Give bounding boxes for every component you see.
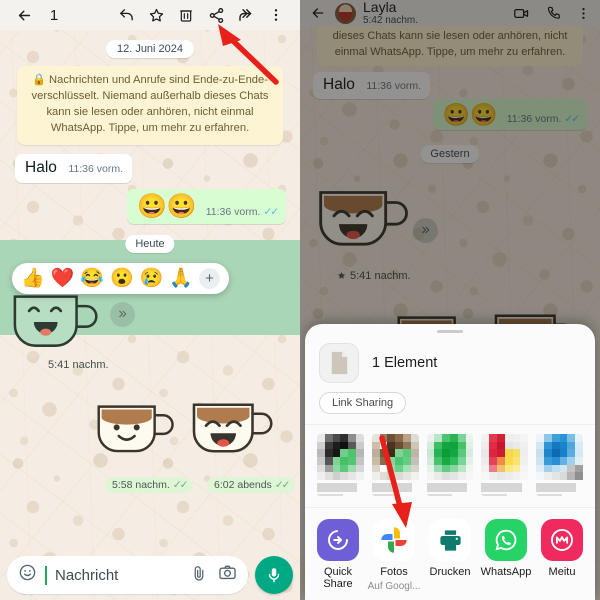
recent-contacts-strip	[305, 424, 595, 507]
read-receipt-ticks: ✓✓	[263, 206, 279, 218]
day-divider-chip: Heute	[125, 235, 175, 253]
share-app-quick-share[interactable]: Quick Share	[310, 519, 366, 592]
left-chat-panel: 1 12. Juni 2024 🔒 Nachrichten und Anrufe…	[0, 0, 300, 600]
share-item-count: 1 Element	[372, 355, 438, 371]
blurred-label	[371, 494, 398, 496]
blurred-avatar	[317, 434, 364, 480]
blurred-label	[481, 483, 522, 492]
forward-indicator-icon[interactable]	[110, 302, 135, 327]
message-bubble-incoming[interactable]: Halo 11:36 vorm.	[15, 154, 133, 183]
left-chat-body: 12. Juni 2024 🔒 Nachrichten und Anrufe s…	[0, 30, 300, 570]
quick-share-icon	[317, 519, 359, 561]
message-input-bar: Nachricht	[0, 550, 300, 600]
selected-count: 1	[49, 6, 59, 24]
message-input-placeholder[interactable]: Nachricht	[55, 567, 182, 584]
star-outline-icon[interactable]	[141, 1, 171, 29]
share-nodes-icon[interactable]	[201, 1, 231, 29]
contact-thumb[interactable]	[317, 434, 364, 496]
reaction-joy-icon[interactable]: 😂	[80, 269, 104, 288]
reply-arrow-icon[interactable]	[111, 1, 141, 29]
blurred-label	[317, 494, 343, 496]
selected-sticker-time: 5:41 nachm.	[48, 359, 109, 371]
app-label: Fotos	[380, 566, 408, 578]
blurred-label	[536, 494, 562, 496]
contact-thumb[interactable]	[536, 434, 583, 496]
reaction-sad-icon[interactable]: 😢	[140, 269, 164, 288]
text-cursor	[45, 565, 47, 585]
blurred-avatar	[481, 434, 529, 480]
blurred-label	[426, 494, 453, 496]
sticker-time-chip: 6:02 abends ✓✓	[207, 477, 296, 493]
share-app-drucken[interactable]: Drucken	[422, 519, 478, 592]
right-share-panel: Layla 5:42 nachm. dieses Chats kann sie …	[300, 0, 600, 600]
camera-icon[interactable]	[218, 563, 237, 587]
forward-double-arrow-icon[interactable]	[231, 1, 261, 29]
selection-toolbar: 1	[0, 0, 300, 30]
share-sheet: 1 Element Link Sharing Quick Share Fotos…	[305, 324, 595, 600]
blurred-label	[426, 483, 467, 492]
back-icon[interactable]	[9, 1, 39, 29]
share-options-row: Link Sharing	[305, 383, 595, 424]
message-input-pill[interactable]: Nachricht	[7, 556, 248, 594]
date-chip: 12. Juni 2024	[105, 40, 195, 58]
time-text: 6:02 abends	[214, 479, 272, 491]
message-text: Halo	[25, 159, 57, 176]
sticker-time-chip: 5:58 nachm. ✓✓	[105, 477, 194, 493]
blurred-avatar	[536, 434, 583, 480]
screenshot-root: 1 12. Juni 2024 🔒 Nachrichten und Anrufe…	[0, 0, 600, 600]
app-label: Quick Share	[323, 566, 353, 590]
share-app-fotos[interactable]: Fotos Auf Googl...	[366, 519, 422, 592]
blurred-label	[317, 483, 358, 492]
message-time: 11:36 vorm.	[68, 163, 124, 175]
read-receipt-ticks: ✓✓	[274, 479, 291, 491]
reaction-heart-icon[interactable]: ❤️	[51, 269, 75, 288]
contact-thumb[interactable]	[426, 434, 474, 496]
contact-thumb[interactable]	[371, 434, 419, 496]
emoji-reaction-bar[interactable]: 👍 ❤️ 😂 😮 😢 🙏 +	[12, 263, 230, 294]
e2e-encryption-notice[interactable]: 🔒 Nachrichten und Anrufe sind Ende-zu-En…	[17, 66, 283, 145]
app-label: Meitu	[548, 566, 576, 578]
voice-record-button[interactable]	[255, 556, 293, 594]
meitu-icon	[541, 519, 583, 561]
printer-icon	[429, 519, 471, 561]
more-vertical-icon[interactable]	[261, 1, 291, 29]
app-sublabel: Auf Googl...	[367, 581, 421, 592]
time-text: 5:58 nachm.	[112, 479, 170, 491]
message-time: 11:36 vorm.	[205, 206, 261, 218]
paperclip-icon[interactable]	[190, 564, 208, 587]
contact-thumb[interactable]	[481, 434, 529, 496]
blurred-avatar	[426, 434, 474, 480]
document-file-icon	[319, 343, 359, 383]
trash-icon[interactable]	[171, 1, 201, 29]
read-receipt-ticks: ✓✓	[172, 479, 189, 491]
blurred-label	[371, 483, 413, 492]
reaction-add-more-button[interactable]: +	[199, 268, 221, 289]
share-app-whatsapp[interactable]: WhatsApp	[478, 519, 534, 592]
sticker-cup-selected[interactable]	[8, 284, 104, 357]
whatsapp-icon	[485, 519, 527, 561]
sticker-cup-smile[interactable]	[93, 394, 179, 463]
reaction-thumbs-up-icon[interactable]: 👍	[21, 269, 45, 288]
message-bubble-outgoing[interactable]: 😀😀 11:36 vorm. ✓✓	[126, 189, 286, 224]
share-app-meitu[interactable]: Meitu	[534, 519, 590, 592]
blurred-avatar	[371, 434, 419, 480]
reaction-pray-icon[interactable]: 🙏	[169, 269, 193, 288]
app-label: WhatsApp	[480, 566, 532, 578]
sticker-cup-laugh[interactable]	[188, 392, 278, 463]
reaction-surprised-icon[interactable]: 😮	[110, 269, 134, 288]
app-label: Drucken	[429, 566, 471, 578]
share-target-apps-row: Quick Share Fotos Auf Googl... Drucken W…	[305, 507, 595, 600]
message-emoji: 😀😀	[136, 193, 197, 220]
emoji-smiley-icon[interactable]	[18, 563, 37, 587]
google-photos-icon	[373, 519, 415, 561]
link-sharing-chip[interactable]: Link Sharing	[319, 392, 407, 414]
share-sheet-header: 1 Element	[305, 333, 595, 383]
blurred-label	[536, 483, 577, 492]
blurred-label	[481, 494, 508, 496]
